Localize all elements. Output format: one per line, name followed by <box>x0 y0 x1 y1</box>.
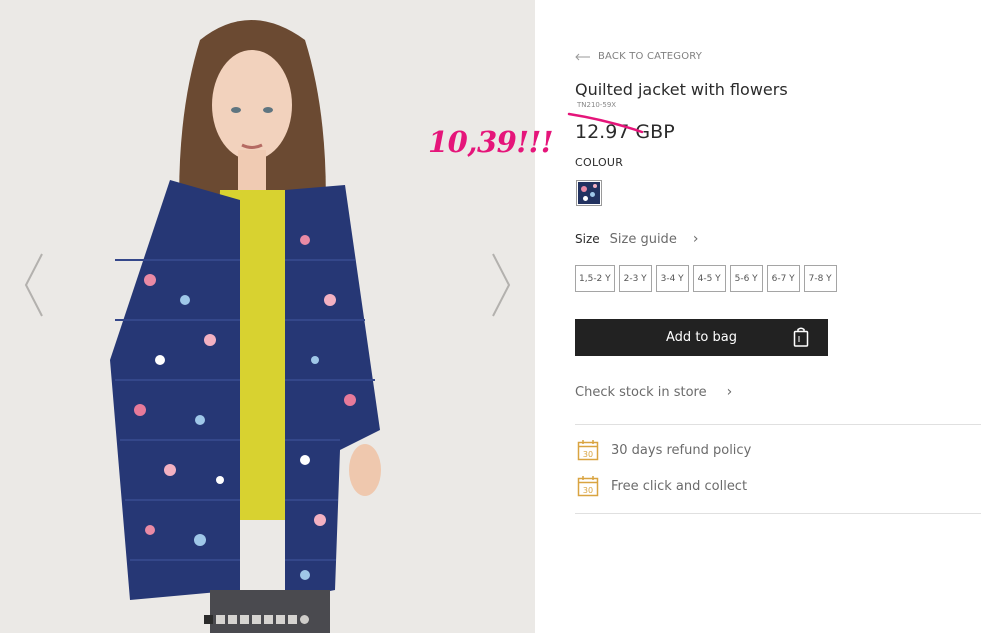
feature-label: 30 days refund policy <box>611 442 752 458</box>
size-option[interactable]: 6-7 Y <box>766 265 800 292</box>
add-to-bag-label: Add to bag <box>666 330 737 345</box>
size-option[interactable]: 4-5 Y <box>692 265 726 292</box>
check-stock-label: Check stock in store <box>575 384 707 400</box>
size-label: Size <box>575 232 600 246</box>
size-options: 1,5-2 Y 2-3 Y 3-4 Y 4-5 Y 5-6 Y 6-7 Y 7-… <box>575 265 837 292</box>
product-gallery <box>0 0 535 633</box>
gallery-dot[interactable] <box>300 615 309 624</box>
gallery-dot[interactable] <box>240 615 249 624</box>
shopping-bag-icon <box>793 327 809 347</box>
back-to-category-link[interactable]: BACK TO CATEGORY <box>575 51 702 62</box>
size-row: Size Size guide › <box>575 231 698 247</box>
feature-refund: 30 30 days refund policy <box>577 439 751 461</box>
gallery-dot[interactable] <box>288 615 297 624</box>
size-option[interactable]: 3-4 Y <box>655 265 689 292</box>
product-sku: TN210-59X <box>577 101 617 109</box>
gallery-pagination <box>204 615 309 624</box>
calendar-30-icon: 30 <box>577 440 599 461</box>
price-annotation: 10,39!!! <box>428 125 554 159</box>
size-guide-link[interactable]: Size guide <box>610 232 677 247</box>
chevron-right-icon: › <box>726 384 733 400</box>
previous-image-button[interactable] <box>20 250 50 320</box>
svg-text:30: 30 <box>583 450 593 459</box>
chevron-right-icon[interactable]: › <box>693 231 699 247</box>
gallery-dot[interactable] <box>252 615 261 624</box>
size-option[interactable]: 1,5-2 Y <box>575 265 615 292</box>
product-price: 12.97 GBP <box>575 121 675 143</box>
size-option[interactable]: 5-6 Y <box>729 265 763 292</box>
back-to-category-label: BACK TO CATEGORY <box>598 51 703 62</box>
calendar-30-icon: 30 <box>577 476 599 497</box>
size-option[interactable]: 7-8 Y <box>803 265 837 292</box>
product-title: Quilted jacket with flowers <box>575 80 788 99</box>
chevron-left-icon <box>24 253 43 317</box>
divider <box>575 513 981 514</box>
colour-label: COLOUR <box>575 156 624 169</box>
gallery-dot[interactable] <box>228 615 237 624</box>
check-stock-link[interactable]: Check stock in store › <box>575 384 732 400</box>
gallery-dot[interactable] <box>204 615 213 624</box>
arrow-left-icon <box>575 53 590 60</box>
svg-text:30: 30 <box>583 486 593 495</box>
feature-label: Free click and collect <box>611 478 748 494</box>
add-to-bag-button[interactable]: Add to bag <box>575 319 828 356</box>
colour-swatch[interactable] <box>576 180 602 206</box>
product-details: BACK TO CATEGORY Quilted jacket with flo… <box>567 0 981 633</box>
size-option[interactable]: 2-3 Y <box>618 265 652 292</box>
next-image-button[interactable] <box>485 250 515 320</box>
gallery-dot[interactable] <box>264 615 273 624</box>
feature-click-collect: 30 Free click and collect <box>577 475 747 497</box>
gallery-dot[interactable] <box>216 615 225 624</box>
gallery-dot[interactable] <box>276 615 285 624</box>
floral-navy-pattern <box>578 182 600 204</box>
product-photo <box>110 20 381 633</box>
divider <box>575 424 981 425</box>
chevron-right-icon <box>492 253 511 317</box>
